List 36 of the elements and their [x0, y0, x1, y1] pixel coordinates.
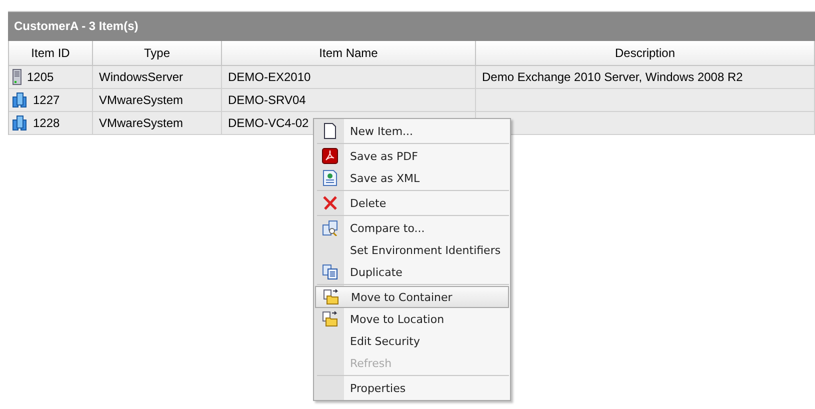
column-header[interactable]: Description [476, 41, 815, 66]
column-header[interactable]: Item ID [9, 41, 93, 66]
menu-item[interactable]: Duplicate [315, 261, 509, 283]
folder-icon [322, 311, 338, 327]
table-cell-text: 1227 [33, 92, 60, 109]
server-icon [12, 69, 22, 85]
menu-item[interactable]: Set Environment Identifiers [315, 239, 509, 261]
menu-item[interactable]: New Item... [315, 120, 509, 142]
servers-icon [12, 115, 28, 131]
menu-item[interactable]: Move to Location [315, 308, 509, 330]
folder-icon [323, 289, 339, 305]
table-cell: DEMO-EX2010 [222, 66, 476, 89]
table-cell: VMwareSystem [93, 112, 222, 135]
menu-item[interactable]: Delete [315, 192, 509, 214]
column-header[interactable]: Type [93, 41, 222, 66]
table-cell: DEMO-SRV04 [222, 89, 476, 112]
page-icon [323, 123, 337, 139]
table-cell-text: 1205 [27, 69, 54, 86]
table-cell: WindowsServer [93, 66, 222, 89]
servers-icon [12, 92, 28, 108]
copy-icon [322, 264, 338, 280]
menu-item[interactable]: Save as PDF [315, 145, 509, 167]
document-icon [323, 170, 337, 186]
compare-icon [322, 220, 338, 236]
table-cell-text: 1228 [33, 115, 60, 132]
menu-item[interactable]: Properties [315, 377, 509, 399]
pdf-icon [322, 148, 338, 164]
menu-item[interactable]: Move to Container [315, 286, 509, 308]
menu-item[interactable]: Edit Security [315, 330, 509, 352]
table-cell: VMwareSystem [93, 89, 222, 112]
table-cell: Demo Exchange 2010 Server, Windows 2008 R2 [476, 66, 815, 89]
column-header[interactable]: Item Name [222, 41, 476, 66]
menu-item[interactable]: Save as XML [315, 167, 509, 189]
menu-item[interactable]: Compare to... [315, 217, 509, 239]
delete-icon [322, 195, 338, 211]
panel-title: CustomerA - 3 Item(s) [8, 11, 815, 41]
